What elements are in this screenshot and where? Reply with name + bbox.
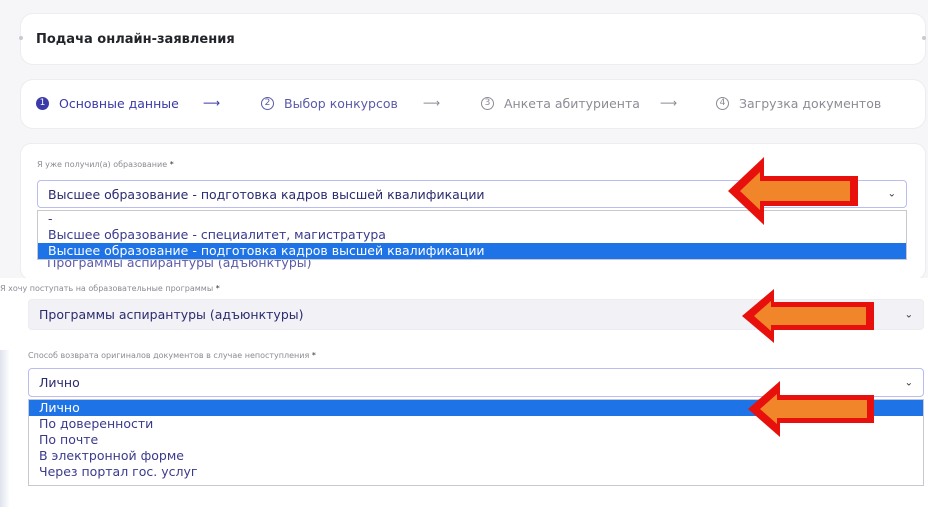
step-arrow: ⟶ bbox=[423, 96, 441, 110]
step-basic-data[interactable]: 1 Основные данные bbox=[36, 95, 179, 111]
return-method-label: Способ возврата оригиналов документов в … bbox=[28, 351, 316, 361]
step-label: Загрузка документов bbox=[739, 95, 882, 111]
education-label-text: Я уже получил(а) образование bbox=[37, 160, 168, 169]
education-label: Я уже получил(а) образование * bbox=[37, 160, 174, 170]
chevron-down-icon: ⌄ bbox=[887, 188, 896, 200]
step-label: Основные данные bbox=[59, 95, 179, 111]
education-option-selected[interactable]: Высшее образование - подготовка кадров в… bbox=[38, 243, 906, 259]
education-select-value: Высшее образование - подготовка кадров в… bbox=[48, 186, 485, 202]
step-number: 4 bbox=[716, 96, 729, 110]
required-mark: * bbox=[169, 160, 174, 169]
step-arrow: ⟶ bbox=[660, 96, 678, 110]
programs-select-value: Программы аспирантуры (адъюнктуры) bbox=[39, 307, 304, 322]
education-option[interactable]: Высшее образование - специалитет, магист… bbox=[38, 227, 906, 243]
step-label: Выбор конкурсов bbox=[284, 95, 398, 111]
step-upload-documents[interactable]: 4 Загрузка документов bbox=[716, 95, 881, 111]
chevron-down-icon: ⌄ bbox=[904, 309, 913, 320]
chevron-down-icon: ⌄ bbox=[904, 377, 913, 388]
annotation-arrow-icon bbox=[742, 289, 874, 343]
return-method-option[interactable]: В электронной форме bbox=[29, 448, 923, 464]
step-label: Анкета абитуриента bbox=[504, 95, 640, 111]
return-method-label-text: Способ возврата оригиналов документов в … bbox=[28, 351, 310, 360]
step-contests[interactable]: 2 Выбор конкурсов bbox=[261, 95, 398, 111]
annotation-arrow-icon bbox=[748, 381, 874, 437]
annotation-arrow-icon bbox=[728, 157, 858, 225]
step-number: 2 bbox=[261, 96, 274, 110]
step-number: 3 bbox=[481, 96, 494, 110]
step-applicant-form[interactable]: 3 Анкета абитуриента bbox=[481, 95, 640, 111]
required-mark: * bbox=[215, 284, 220, 293]
page-title: Подача онлайн-заявления bbox=[36, 32, 235, 47]
left-dot bbox=[19, 36, 23, 40]
left-edge-shade bbox=[0, 350, 10, 507]
return-method-option[interactable]: Через портал гос. услуг bbox=[29, 464, 923, 480]
step-number: 1 bbox=[36, 96, 49, 110]
return-method-select-value: Лично bbox=[39, 375, 80, 390]
programs-label: Я хочу поступать на образовательные прог… bbox=[0, 284, 220, 294]
step-arrow: ⟶ bbox=[203, 96, 221, 110]
programs-label-text: Я хочу поступать на образовательные прог… bbox=[0, 284, 214, 293]
right-dot bbox=[922, 36, 926, 40]
required-mark: * bbox=[311, 351, 316, 360]
